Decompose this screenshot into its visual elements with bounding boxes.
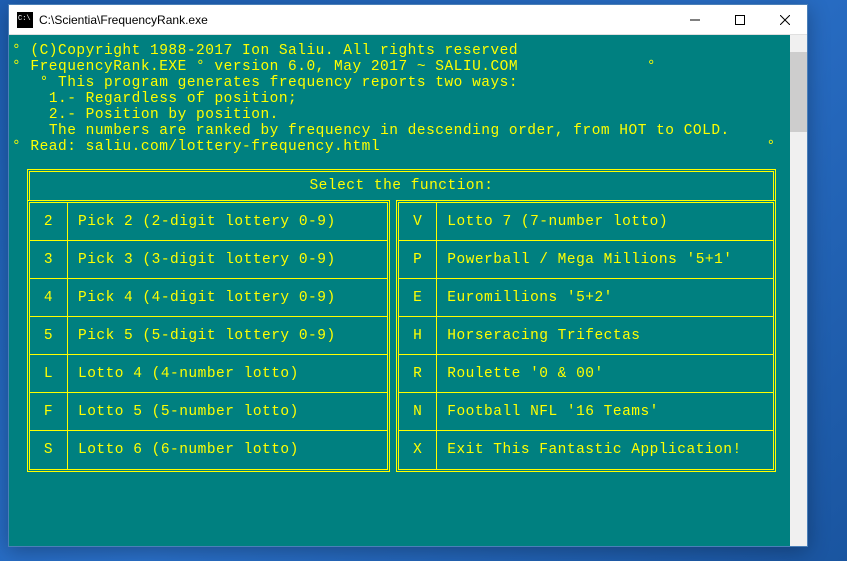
menu-key: R [399,355,437,392]
menu-item[interactable]: FLotto 5 (5-number lotto) [30,393,387,431]
menu-key: N [399,393,437,430]
menu-column-left: 2Pick 2 (2-digit lottery 0-9)3Pick 3 (3-… [27,200,390,472]
menu-label: Euromillions '5+2' [437,290,773,306]
menu-item[interactable]: XExit This Fantastic Application! [399,431,773,469]
console-content: ° (C)Copyright 1988-2017 Ion Saliu. All … [9,43,790,472]
menu-label: Pick 4 (4-digit lottery 0-9) [68,290,387,306]
menu-label: Exit This Fantastic Application! [437,442,773,458]
menu-label: Pick 5 (5-digit lottery 0-9) [68,328,387,344]
menu-grid: 2Pick 2 (2-digit lottery 0-9)3Pick 3 (3-… [27,200,776,472]
menu-key: 2 [30,203,68,240]
minimize-icon [690,15,700,25]
menu-label: Lotto 7 (7-number lotto) [437,214,773,230]
menu-label: Lotto 4 (4-number lotto) [68,366,387,382]
menu-label: Powerball / Mega Millions '5+1' [437,252,773,268]
menu-item[interactable]: 5Pick 5 (5-digit lottery 0-9) [30,317,387,355]
window-title: C:\Scientia\FrequencyRank.exe [39,13,672,27]
menu-key: F [30,393,68,430]
menu-key: P [399,241,437,278]
menu-label: Lotto 6 (6-number lotto) [68,442,387,458]
header-copyright: ° (C)Copyright 1988-2017 Ion Saliu. All … [9,43,790,59]
menu-item[interactable]: LLotto 4 (4-number lotto) [30,355,387,393]
menu-item[interactable]: EEuromillions '5+2' [399,279,773,317]
maximize-button[interactable] [717,5,762,34]
menu-key: 5 [30,317,68,354]
menu-item[interactable]: 2Pick 2 (2-digit lottery 0-9) [30,203,387,241]
menu-box: Select the function: 2Pick 2 (2-digit lo… [27,169,776,472]
app-window: C:\Scientia\FrequencyRank.exe ° (C)Copyr… [8,4,808,547]
menu-label: Pick 2 (2-digit lottery 0-9) [68,214,387,230]
menu-key: X [399,431,437,469]
menu-key: 4 [30,279,68,316]
menu-label: Lotto 5 (5-number lotto) [68,404,387,420]
menu-item[interactable]: VLotto 7 (7-number lotto) [399,203,773,241]
menu-key: 3 [30,241,68,278]
menu-item[interactable]: PPowerball / Mega Millions '5+1' [399,241,773,279]
close-button[interactable] [762,5,807,34]
menu-item[interactable]: NFootball NFL '16 Teams' [399,393,773,431]
menu-item[interactable]: RRoulette '0 & 00' [399,355,773,393]
header-product: ° FrequencyRank.EXE ° version 6.0, May 2… [9,59,790,75]
menu-item[interactable]: HHorseracing Trifectas [399,317,773,355]
header-read: ° Read: saliu.com/lottery-frequency.html… [9,139,790,155]
menu-label: Horseracing Trifectas [437,328,773,344]
header-note: The numbers are ranked by frequency in d… [9,123,790,139]
menu-item[interactable]: 3Pick 3 (3-digit lottery 0-9) [30,241,387,279]
menu-key: E [399,279,437,316]
menu-title: Select the function: [27,169,776,200]
menu-item[interactable]: 4Pick 4 (4-digit lottery 0-9) [30,279,387,317]
menu-key: S [30,431,68,469]
titlebar[interactable]: C:\Scientia\FrequencyRank.exe [9,5,807,35]
close-icon [780,15,790,25]
maximize-icon [735,15,745,25]
menu-label: Football NFL '16 Teams' [437,404,773,420]
menu-label: Roulette '0 & 00' [437,366,773,382]
header-desc: ° This program generates frequency repor… [9,75,790,91]
menu-key: V [399,203,437,240]
window-controls [672,5,807,34]
header-opt2: 2.- Position by position. [9,107,790,123]
menu-column-right: VLotto 7 (7-number lotto)PPowerball / Me… [396,200,776,472]
minimize-button[interactable] [672,5,717,34]
menu-key: L [30,355,68,392]
menu-label: Pick 3 (3-digit lottery 0-9) [68,252,387,268]
menu-item[interactable]: SLotto 6 (6-number lotto) [30,431,387,469]
menu-key: H [399,317,437,354]
header-opt1: 1.- Regardless of position; [9,91,790,107]
vertical-scrollbar[interactable] [790,35,807,546]
console-area: ° (C)Copyright 1988-2017 Ion Saliu. All … [9,35,807,546]
app-icon [17,12,33,28]
scrollbar-thumb[interactable] [790,52,807,132]
